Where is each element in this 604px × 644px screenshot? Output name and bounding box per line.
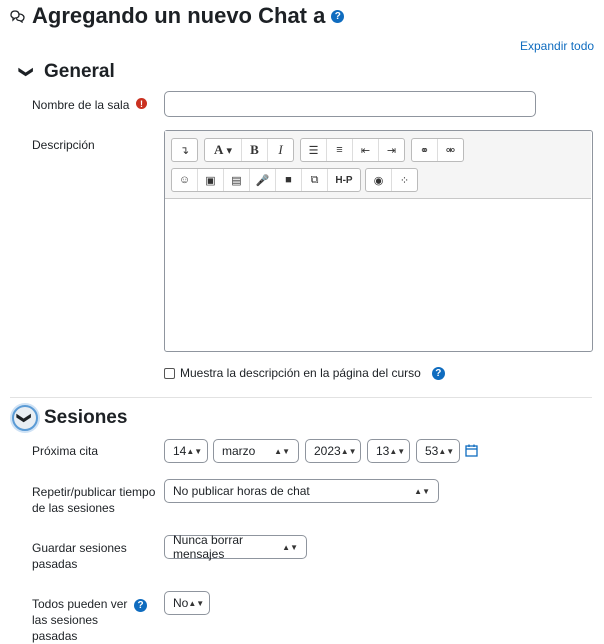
chevron-down-icon[interactable]: ❯ <box>16 61 38 83</box>
repeat-select[interactable]: No publicar horas de chat ▲▼ <box>164 479 439 503</box>
accessibility-icon[interactable]: ◉ <box>366 169 392 191</box>
media-icon[interactable]: ▤ <box>224 169 250 191</box>
editor-toolbar: ↴ A ▾ B I ☰ ≡ ⇤ ⇥ ⚭ ⚮ ☺ ▣ ▤ 🎤 ■ ⧉ H-P ◉ … <box>165 131 591 199</box>
room-name-label: Nombre de la sala <box>32 98 130 112</box>
toolbar-group-2: A ▾ B I <box>204 138 294 162</box>
minute-select[interactable]: 53 ▲▼ <box>416 439 460 463</box>
month-select[interactable]: marzo ▲▼ <box>213 439 299 463</box>
bullet-list-icon[interactable]: ☰ <box>301 139 327 161</box>
bold-icon[interactable]: B <box>242 139 268 161</box>
show-description-checkbox[interactable] <box>164 367 175 379</box>
sessions-heading: Sesiones <box>44 407 128 428</box>
next-session-label: Próxima cita <box>32 444 99 458</box>
show-description-row[interactable]: Muestra la descripción en la página del … <box>164 366 445 380</box>
outdent-icon[interactable]: ⇤ <box>353 139 379 161</box>
general-section-toggle[interactable]: ❯ General <box>16 61 115 83</box>
toolbar-group-4: ⚭ ⚮ <box>411 138 464 162</box>
copy-icon[interactable]: ⧉ <box>302 169 328 191</box>
indent-icon[interactable]: ⇥ <box>379 139 404 161</box>
room-name-input[interactable] <box>164 91 536 117</box>
chat-icon <box>10 10 25 23</box>
year-select[interactable]: 2023 ▲▼ <box>305 439 361 463</box>
description-label: Descripción <box>32 138 95 152</box>
microphone-icon[interactable]: 🎤 <box>250 169 276 191</box>
collapse-icon[interactable]: ↴ <box>172 139 197 161</box>
show-description-label: Muestra la descripción en la página del … <box>180 366 421 380</box>
help-icon[interactable]: ? <box>431 366 445 380</box>
page-title-row: Agregando un nuevo Chat a ? <box>10 3 345 29</box>
page-title: Agregando un nuevo Chat a <box>32 3 326 28</box>
toolbar-group-3: ☰ ≡ ⇤ ⇥ <box>300 138 405 162</box>
sessions-section-toggle[interactable]: ❯ Sesiones <box>12 405 127 431</box>
toolbar-group-6: ◉ ⁘ <box>365 168 418 192</box>
video-icon[interactable]: ■ <box>276 169 302 191</box>
screenreader-icon[interactable]: ⁘ <box>392 169 417 191</box>
calendar-icon[interactable] <box>465 444 478 457</box>
numbered-list-icon[interactable]: ≡ <box>327 139 353 161</box>
keep-sessions-label: Guardar sesiones pasadas <box>32 541 127 571</box>
everyone-view-select[interactable]: No ▲▼ <box>164 591 210 615</box>
toolbar-group-5: ☺ ▣ ▤ 🎤 ■ ⧉ H-P <box>171 168 361 192</box>
unlink-icon[interactable]: ⚮ <box>438 139 463 161</box>
image-icon[interactable]: ▣ <box>198 169 224 191</box>
expand-all-link[interactable]: Expandir todo <box>520 39 594 53</box>
day-select[interactable]: 14 ▲▼ <box>164 439 208 463</box>
toolbar-group-1: ↴ <box>171 138 198 162</box>
link-icon[interactable]: ⚭ <box>412 139 438 161</box>
help-icon[interactable]: ? <box>134 599 147 612</box>
keep-sessions-select[interactable]: Nunca borrar mensajes ▲▼ <box>164 533 307 561</box>
required-icon: ! <box>136 98 147 109</box>
font-style-icon[interactable]: A ▾ <box>205 139 242 161</box>
help-icon[interactable]: ? <box>331 9 345 23</box>
chevron-down-icon[interactable]: ❯ <box>12 405 38 431</box>
h5p-icon[interactable]: H-P <box>328 169 360 191</box>
hour-select[interactable]: 13 ▲▼ <box>367 439 410 463</box>
divider <box>10 397 592 398</box>
emoji-icon[interactable]: ☺ <box>172 169 198 191</box>
general-heading: General <box>44 61 115 82</box>
everyone-view-label: Todos pueden ver las sesiones pasadas <box>32 597 128 643</box>
italic-icon[interactable]: I <box>268 139 293 161</box>
repeat-label: Repetir/publicar tiempo de las sesiones <box>32 485 156 515</box>
